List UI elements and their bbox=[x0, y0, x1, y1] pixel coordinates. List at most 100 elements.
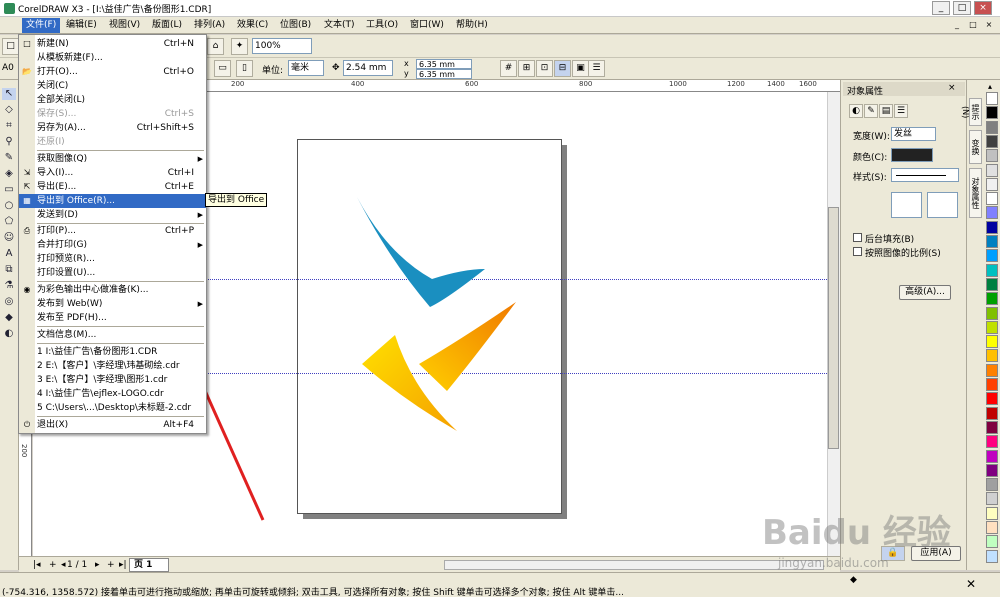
file-menu-item[interactable]: 2 E:\【客户】\李经理\玮基砌绘.cdr bbox=[19, 359, 206, 373]
file-menu-item[interactable]: □ 新建(N) Ctrl+N bbox=[19, 37, 206, 51]
next-page-icon[interactable]: ▸ bbox=[95, 560, 100, 570]
outline-style-select[interactable] bbox=[891, 168, 959, 182]
palette-swatch[interactable] bbox=[986, 392, 998, 406]
behind-fill-checkbox[interactable] bbox=[853, 233, 862, 242]
file-menu-item[interactable]: 4 I:\益佳广告\ejflex-LOGO.cdr bbox=[19, 387, 206, 401]
menu-window[interactable]: 窗口(W) bbox=[406, 18, 448, 33]
polygon-tool-icon[interactable]: ⬠ bbox=[2, 216, 16, 228]
file-menu-item[interactable]: 发送到(D) ▶ bbox=[19, 208, 206, 222]
palette-swatch[interactable] bbox=[986, 492, 998, 506]
file-menu-item[interactable]: 全部关闭(L) bbox=[19, 93, 206, 107]
palette-swatch[interactable] bbox=[986, 478, 998, 492]
freehand-tool-icon[interactable]: ✎ bbox=[2, 152, 16, 164]
palette-swatch[interactable] bbox=[986, 463, 998, 477]
object-properties-tab[interactable]: 对象属性 bbox=[969, 168, 982, 218]
file-menu-item[interactable]: 还原(I) bbox=[19, 135, 206, 149]
outline-color-picker[interactable] bbox=[891, 148, 933, 162]
prev-page-icon[interactable]: ◂ bbox=[61, 560, 66, 570]
text-tool-icon[interactable]: A bbox=[2, 248, 16, 260]
eyedropper-tool-icon[interactable]: ⚗ bbox=[2, 280, 16, 292]
hints-tab[interactable]: 提示(N) bbox=[961, 98, 982, 126]
palette-swatch[interactable] bbox=[986, 177, 998, 191]
zoom-tool-icon[interactable]: ⚲ bbox=[2, 136, 16, 148]
file-menu-item[interactable]: 📂 打开(O)... Ctrl+O bbox=[19, 65, 206, 79]
palette-swatch[interactable] bbox=[986, 306, 998, 320]
close-button[interactable]: × bbox=[974, 1, 992, 15]
units-select[interactable]: 毫米 bbox=[288, 60, 324, 76]
rectangle-tool-icon[interactable]: ▭ bbox=[2, 184, 16, 196]
basic-shapes-tool-icon[interactable]: ☺ bbox=[2, 232, 16, 244]
file-menu-item[interactable]: ▦ 导出到 Office(R)... bbox=[19, 194, 206, 208]
zoom-level-select[interactable]: 100% bbox=[252, 38, 312, 54]
file-menu-item[interactable]: 发布到 Web(W) ▶ bbox=[19, 297, 206, 311]
vertical-scroll-thumb[interactable] bbox=[828, 207, 839, 449]
logo-orange-right-shape[interactable] bbox=[419, 302, 516, 391]
palette-swatch[interactable] bbox=[986, 535, 998, 549]
palette-swatch[interactable] bbox=[986, 449, 998, 463]
shape-tool-icon[interactable]: ◇ bbox=[2, 104, 16, 116]
menu-bitmaps[interactable]: 位图(B) bbox=[276, 18, 315, 33]
file-menu-item[interactable]: 5 C:\Users\...\Desktop\未标题-2.cdr bbox=[19, 401, 206, 415]
maximize-button[interactable]: □ bbox=[953, 1, 971, 15]
logo-blue-shape[interactable] bbox=[357, 197, 485, 307]
transform-tab[interactable]: 变换 bbox=[969, 130, 982, 164]
outline-tab-icon[interactable]: ✎ bbox=[864, 104, 878, 118]
file-menu-item[interactable]: 关闭(C) bbox=[19, 79, 206, 93]
snap-objects-icon[interactable]: ⊡ bbox=[536, 60, 553, 77]
file-menu-item[interactable]: ⇲ 导入(I)... Ctrl+I bbox=[19, 166, 206, 180]
fill-tab-icon[interactable]: ◐ bbox=[849, 104, 863, 118]
smart-fill-tool-icon[interactable]: ◈ bbox=[2, 168, 16, 180]
end-arrow-select[interactable] bbox=[927, 192, 958, 218]
palette-swatch[interactable] bbox=[986, 378, 998, 391]
menu-help[interactable]: 帮助(H) bbox=[452, 18, 492, 33]
file-menu-item[interactable]: 打印设置(U)... bbox=[19, 266, 206, 280]
file-menu-item[interactable]: 保存(S)... Ctrl+S bbox=[19, 107, 206, 121]
palette-swatch[interactable] bbox=[986, 263, 998, 277]
file-menu-item[interactable]: 1 I:\益佳广告\备份图形1.CDR bbox=[19, 345, 206, 359]
logo-artwork[interactable] bbox=[297, 139, 562, 514]
doc-close-icon[interactable]: × bbox=[984, 20, 994, 30]
palette-swatch[interactable] bbox=[986, 435, 998, 449]
menu-file[interactable]: 文件(F) bbox=[22, 18, 61, 33]
palette-swatch[interactable] bbox=[986, 406, 998, 420]
palette-swatch[interactable] bbox=[986, 349, 998, 363]
file-menu-item[interactable]: ⇱ 导出(E)... Ctrl+E bbox=[19, 180, 206, 194]
menu-layout[interactable]: 版面(L) bbox=[148, 18, 186, 33]
palette-swatch[interactable] bbox=[986, 235, 998, 248]
interactive-fill-tool-icon[interactable]: ◐ bbox=[2, 328, 16, 340]
file-menu-item[interactable]: ⎙ 打印(P)... Ctrl+P bbox=[19, 224, 206, 238]
crop-tool-icon[interactable]: ⌗ bbox=[2, 120, 16, 132]
outline-tool-icon[interactable]: ◎ bbox=[2, 296, 16, 308]
palette-swatch[interactable] bbox=[986, 206, 998, 220]
palette-swatch[interactable] bbox=[986, 220, 998, 234]
file-menu-item[interactable]: 另存为(A)... Ctrl+Shift+S bbox=[19, 121, 206, 135]
palette-swatch[interactable] bbox=[986, 92, 998, 105]
menu-tools[interactable]: 工具(O) bbox=[362, 18, 402, 33]
snap-grid-icon[interactable]: # bbox=[500, 60, 517, 77]
palette-scroll-up-icon[interactable]: ▴ bbox=[988, 82, 992, 91]
palette-swatch[interactable] bbox=[986, 120, 998, 134]
palette-swatch[interactable] bbox=[986, 292, 998, 306]
palette-swatch[interactable] bbox=[986, 134, 998, 148]
snap-guides-icon[interactable]: ⊞ bbox=[518, 60, 535, 77]
start-arrow-select[interactable] bbox=[891, 192, 922, 218]
menu-edit[interactable]: 编辑(E) bbox=[62, 18, 101, 33]
horizontal-scrollbar[interactable] bbox=[444, 560, 824, 570]
docker-close-icon[interactable]: × bbox=[948, 83, 956, 93]
palette-swatch[interactable] bbox=[986, 277, 998, 291]
interactive-blend-tool-icon[interactable]: ⧉ bbox=[2, 264, 16, 276]
palette-swatch[interactable] bbox=[986, 106, 998, 120]
file-menu-item[interactable]: 3 E:\【客户】\李经理\图形1.cdr bbox=[19, 373, 206, 387]
menu-arrange[interactable]: 排列(A) bbox=[190, 18, 229, 33]
pick-tool-icon[interactable]: ↖ bbox=[2, 88, 16, 100]
outline-width-select[interactable]: 发丝 bbox=[891, 127, 936, 141]
palette-swatch[interactable] bbox=[986, 549, 998, 563]
file-menu-item[interactable]: 文档信息(M)... bbox=[19, 328, 206, 342]
add-page-after-icon[interactable]: + bbox=[107, 560, 115, 570]
landscape-icon[interactable]: ▭ bbox=[214, 60, 231, 77]
scale-with-image-checkbox[interactable] bbox=[853, 247, 862, 256]
first-page-icon[interactable]: |◂ bbox=[33, 560, 41, 570]
palette-swatch[interactable] bbox=[986, 363, 998, 377]
duplicate-x-input[interactable]: 6.35 mm bbox=[416, 59, 472, 69]
palette-swatch[interactable] bbox=[986, 192, 998, 206]
